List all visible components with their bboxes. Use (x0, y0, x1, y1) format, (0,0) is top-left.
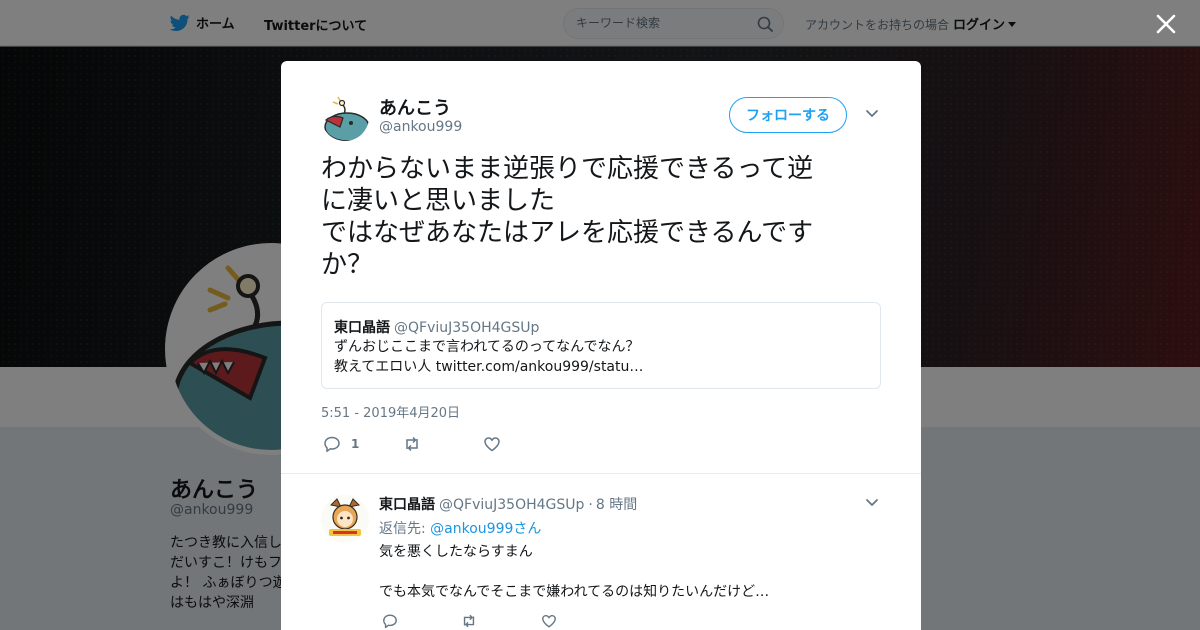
replying-to-prefix: 返信先: (379, 521, 431, 537)
quoted-author-handle: @QFviuJ35OH4GSUp (394, 320, 540, 336)
reply-header: 東口晶語 @QFviuJ35OH4GSUp · 8 時間 (379, 494, 637, 514)
reply-time[interactable]: 8 時間 (596, 497, 637, 513)
reply-author-handle[interactable]: @QFviuJ35OH4GSUp (439, 497, 584, 513)
author-name[interactable]: あんこう (379, 94, 451, 120)
anglerfish-avatar-image (324, 96, 369, 141)
quoted-tweet[interactable]: 東口晶語 @QFviuJ35OH4GSUp ずんおじここまで言われてるのってなんで… (321, 302, 881, 389)
reply-reply-button[interactable] (382, 613, 398, 630)
like-button[interactable] (483, 435, 511, 453)
tweet-timestamp[interactable]: 5:51 - 2019年4月20日 (321, 402, 460, 421)
reply-avatar-image (321, 495, 369, 543)
reply-text: 気を悪くしたならすまん でも本気でなんでそこまで嫌われてるのは知りたいんだけど… (379, 544, 770, 600)
reply-author-name[interactable]: 東口晶語 (379, 497, 435, 513)
chevron-down-icon[interactable] (865, 498, 879, 508)
reply-retweet-button[interactable] (461, 613, 477, 630)
reply-icon (324, 436, 340, 453)
close-icon[interactable] (1155, 13, 1177, 35)
author-handle[interactable]: @ankou999 (379, 119, 462, 135)
reply-button[interactable]: 1 (323, 435, 359, 453)
divider (281, 473, 921, 474)
reply-icon (383, 614, 397, 629)
quoted-tweet-header: 東口晶語 @QFviuJ35OH4GSUp (334, 317, 539, 337)
like-icon (484, 437, 500, 452)
reply-count: 1 (351, 437, 360, 451)
quoted-tweet-text: ずんおじここまで言われてるのってなんでなん？ 教えてエロい人 twitter.c… (334, 339, 644, 375)
reply-separator: · (588, 497, 593, 513)
replying-to: 返信先: @ankou999さん (379, 518, 541, 538)
reply-like-button[interactable] (541, 613, 557, 630)
chevron-down-icon[interactable] (865, 109, 879, 119)
author-avatar[interactable] (321, 93, 369, 141)
follow-button[interactable]: フォローする (729, 97, 847, 133)
replying-to-handle[interactable]: @ankou999 (430, 521, 513, 537)
like-icon (542, 614, 556, 628)
tweet-text: わからないまま逆張りで応援できるって逆 に凄いと思いました ではなぜあなたはアレ… (321, 154, 814, 280)
reply-author-avatar[interactable] (321, 495, 369, 543)
retweet-button[interactable] (403, 435, 431, 453)
replying-to-suffix: さん (513, 521, 542, 537)
retweet-icon (463, 614, 475, 628)
retweet-icon (406, 436, 418, 452)
tweet-modal: あんこう @ankou999 フォローする わからないまま逆張りで応援できるって… (281, 61, 921, 630)
quoted-author-name: 東口晶語 (334, 320, 390, 336)
